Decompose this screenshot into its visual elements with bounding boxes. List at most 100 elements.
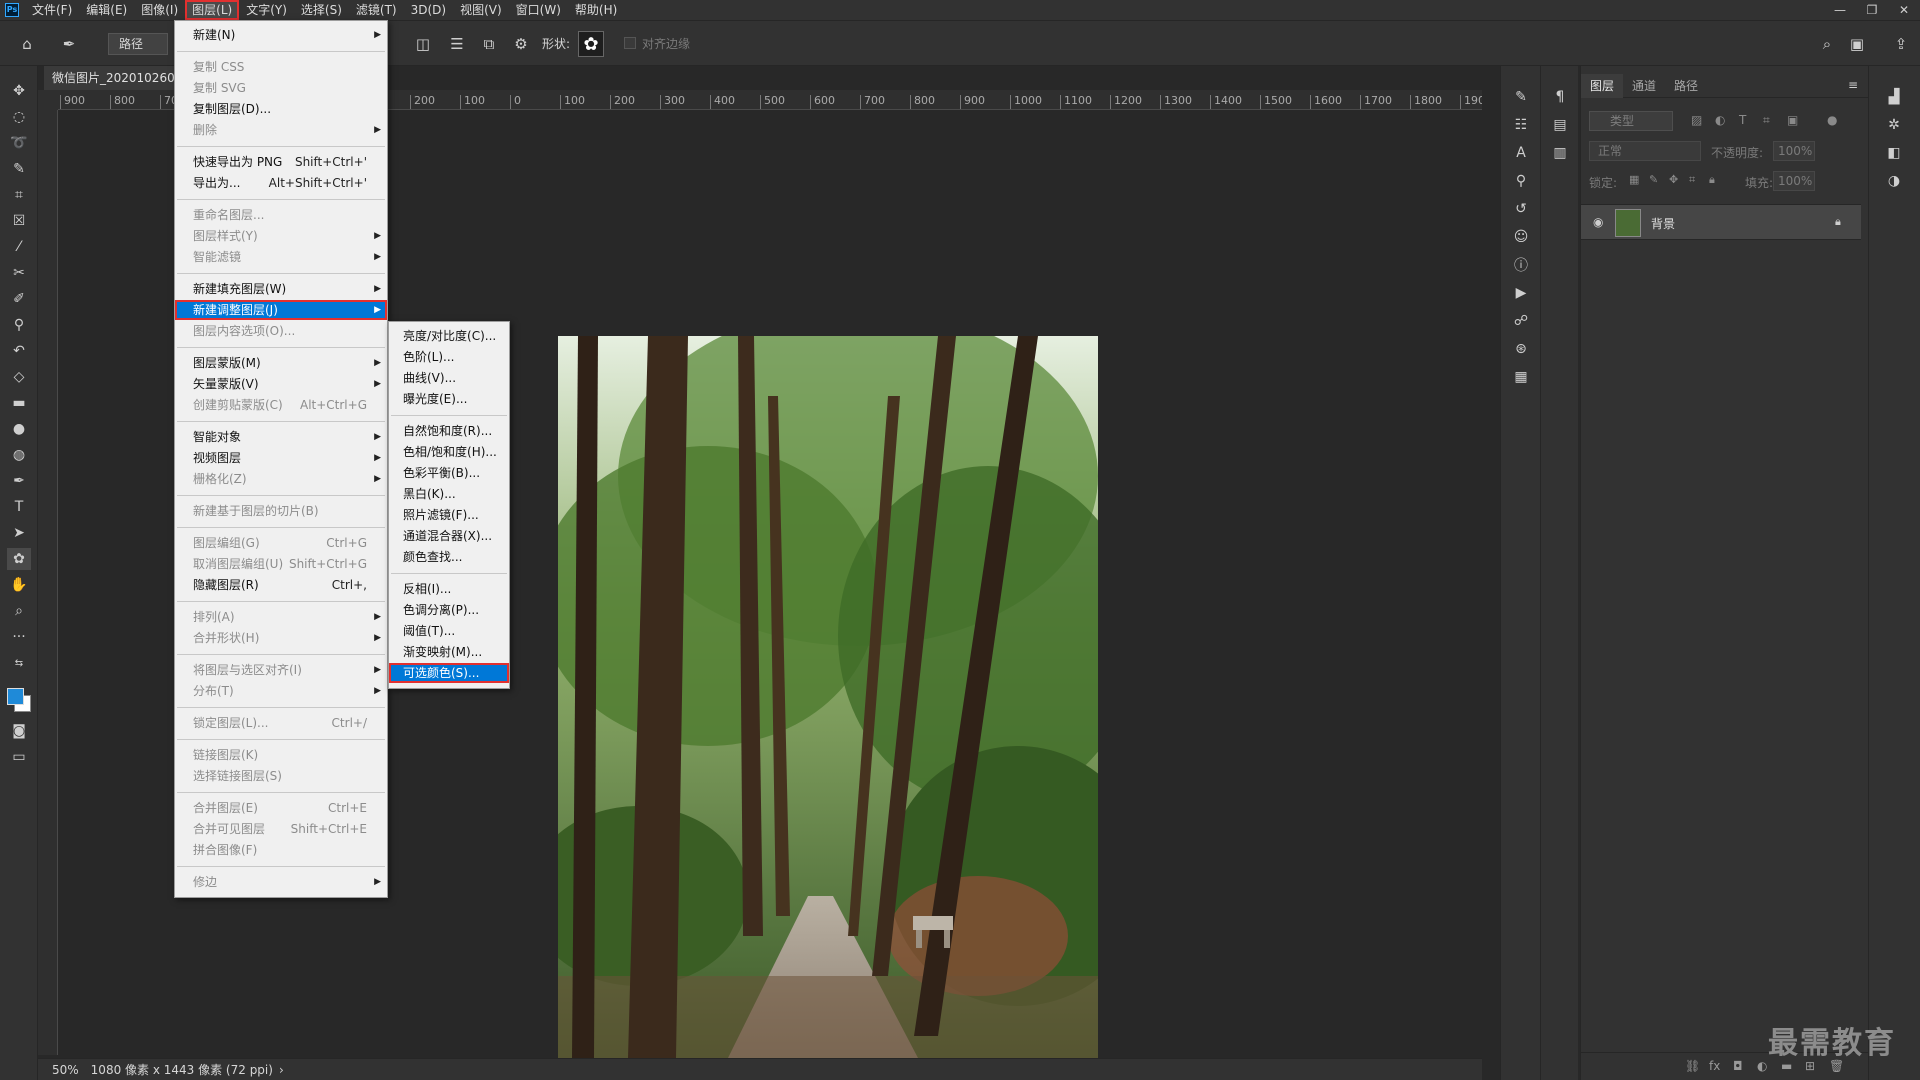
actions-play-icon[interactable]: ▶ xyxy=(1510,282,1532,304)
share-icon[interactable]: ⇪ xyxy=(1890,33,1912,55)
adjustment-menu-item[interactable]: 通道混合器(X)... xyxy=(389,526,509,546)
menu-3[interactable]: 图层(L) xyxy=(185,0,240,20)
type-filter-icon[interactable]: T xyxy=(1739,113,1746,127)
layer-menu-item[interactable]: 智能滤镜 ▶ xyxy=(175,247,387,267)
lock-icon[interactable]: 🔒︎ xyxy=(1835,215,1841,229)
layer-menu-item[interactable]: 新建基于图层的切片(B) xyxy=(175,501,387,521)
new-adjustment-layer-icon[interactable]: ◐ xyxy=(1757,1059,1767,1073)
layer-menu-item[interactable]: 复制 CSS xyxy=(175,57,387,77)
layer-menu-item[interactable]: 删除 ▶ xyxy=(175,120,387,140)
adjustment-menu-item[interactable]: 曲线(V)... xyxy=(389,368,509,388)
hand-tool-icon[interactable]: ✋ xyxy=(7,574,31,596)
blur-tool-icon[interactable]: ● xyxy=(7,418,31,440)
chevron-right-icon[interactable]: › xyxy=(279,1063,284,1077)
more-tools-icon[interactable]: ··· xyxy=(7,626,31,648)
eye-icon[interactable]: ◉ xyxy=(1593,215,1603,229)
adjustment-menu-item[interactable]: 照片滤镜(F)... xyxy=(389,505,509,525)
navigator-icon[interactable]: ✲ xyxy=(1883,114,1905,136)
menu-6[interactable]: 滤镜(T) xyxy=(349,0,404,20)
fill-field[interactable]: 100% xyxy=(1773,171,1815,191)
eyedropper-tool-icon[interactable]: ⁄ xyxy=(7,236,31,258)
histogram-icon[interactable]: ▟ xyxy=(1883,86,1905,108)
brush-tool-icon[interactable]: ✐ xyxy=(7,288,31,310)
menu-0[interactable]: 文件(F) xyxy=(25,0,79,20)
workspace-icon[interactable]: ▣ xyxy=(1846,33,1868,55)
layer-style-icon[interactable]: fx xyxy=(1709,1059,1720,1073)
foreground-color-swatch[interactable] xyxy=(7,688,24,705)
pen-tool-icon[interactable]: ✒ xyxy=(7,470,31,492)
document-tab[interactable]: 微信图片_20201026093 xyxy=(44,66,176,90)
layer-menu-item[interactable]: 排列(A) ▶ xyxy=(175,607,387,627)
paragraph-icon[interactable]: ¶ xyxy=(1549,86,1571,108)
close-button[interactable]: ✕ xyxy=(1888,0,1920,20)
properties-icon[interactable]: ☍ xyxy=(1510,310,1532,332)
clone-stamp-tool-icon[interactable]: ⚲ xyxy=(7,314,31,336)
layer-menu-item[interactable]: 图层样式(Y) ▶ xyxy=(175,226,387,246)
layer-menu-item[interactable]: 选择链接图层(S) xyxy=(175,766,387,786)
healing-brush-tool-icon[interactable]: ✂ xyxy=(7,262,31,284)
path-alignment-icon[interactable]: ☰ xyxy=(446,33,468,55)
layer-menu-item[interactable]: 新建(N) ▶ xyxy=(175,25,387,45)
adjustments-sliders-icon[interactable]: ☷ xyxy=(1510,114,1532,136)
marquee-tool-icon[interactable]: ◌ xyxy=(7,106,31,128)
lock-transparent-icon[interactable]: ▦ xyxy=(1629,173,1639,186)
align-edges-checkbox[interactable] xyxy=(624,37,636,49)
layer-menu-item[interactable]: 新建填充图层(W) ▶ xyxy=(175,279,387,299)
vertical-ruler[interactable] xyxy=(38,110,58,1055)
quick-mask-icon[interactable]: ◙ xyxy=(7,720,31,742)
history-icon[interactable]: ↺ xyxy=(1510,198,1532,220)
panel-tab-0[interactable]: 图层 xyxy=(1581,74,1624,98)
adjustment-menu-item[interactable]: 色相/饱和度(H)... xyxy=(389,442,509,462)
adjustment-menu-item[interactable]: 色调分离(P)... xyxy=(389,600,509,620)
notes-icon[interactable]: ▥ xyxy=(1549,142,1571,164)
zoom-tool-icon[interactable]: ⌕ xyxy=(7,600,31,622)
layer-menu-item[interactable]: 新建调整图层(J) ▶ xyxy=(175,300,387,320)
menu-1[interactable]: 编辑(E) xyxy=(79,0,134,20)
shape-picker[interactable]: ✿ xyxy=(578,31,604,57)
character-icon[interactable]: A xyxy=(1510,142,1532,164)
brush-settings-icon[interactable]: ✎ xyxy=(1510,86,1532,108)
screen-mode-icon[interactable]: ▭ xyxy=(7,746,31,768)
adjustment-filter-icon[interactable]: ◐ xyxy=(1715,113,1725,127)
menu-5[interactable]: 选择(S) xyxy=(294,0,349,20)
menu-2[interactable]: 图像(I) xyxy=(134,0,185,20)
panel-tab-2[interactable]: 路径 xyxy=(1665,74,1707,98)
lock-all-icon[interactable]: 🔒︎ xyxy=(1709,173,1715,187)
layer-menu-item[interactable]: 视频图层 ▶ xyxy=(175,448,387,468)
zoom-level[interactable]: 50% xyxy=(38,1063,91,1077)
layer-menu-item[interactable]: 拼合图像(F) xyxy=(175,840,387,860)
layer-menu-item[interactable]: 修边 ▶ xyxy=(175,872,387,892)
layer-menu-item[interactable]: 锁定图层(L)... Ctrl+/ xyxy=(175,713,387,733)
info-icon[interactable]: ⓘ xyxy=(1510,254,1532,276)
layer-menu-item[interactable]: 将图层与选区对齐(I) ▶ xyxy=(175,660,387,680)
opacity-field[interactable]: 100% xyxy=(1773,141,1815,161)
layer-menu-item[interactable]: 图层内容选项(O)... xyxy=(175,321,387,341)
3d-icon[interactable]: ⊛ xyxy=(1510,338,1532,360)
layer-menu-item[interactable]: 智能对象 ▶ xyxy=(175,427,387,447)
panel-menu-icon[interactable]: ≡ xyxy=(1848,78,1858,92)
adjustment-menu-item[interactable]: 渐变映射(M)... xyxy=(389,642,509,662)
layer-menu-item[interactable]: 合并图层(E) Ctrl+E xyxy=(175,798,387,818)
pen-tool-preset-icon[interactable]: ✒ xyxy=(58,33,80,55)
adjustment-menu-item[interactable]: 反相(I)... xyxy=(389,579,509,599)
layer-menu-item[interactable]: 合并形状(H) ▶ xyxy=(175,628,387,648)
menu-7[interactable]: 3D(D) xyxy=(404,0,453,20)
type-tool-icon[interactable]: T xyxy=(7,496,31,518)
search-icon[interactable]: ⌕ xyxy=(1816,33,1838,55)
history-brush-tool-icon[interactable]: ↶ xyxy=(7,340,31,362)
custom-shape-tool-icon[interactable]: ✿ xyxy=(7,548,31,570)
eraser-tool-icon[interactable]: ◇ xyxy=(7,366,31,388)
pixel-filter-icon[interactable]: ▨ xyxy=(1691,113,1702,127)
quick-selection-tool-icon[interactable]: ✎ xyxy=(7,158,31,180)
lock-artboard-icon[interactable]: ⌗ xyxy=(1689,173,1695,187)
gradient-tool-icon[interactable]: ▬ xyxy=(7,392,31,414)
move-tool-icon[interactable]: ✥ xyxy=(7,80,31,102)
ruler-origin[interactable] xyxy=(38,90,58,110)
layer-menu-item[interactable]: 取消图层编组(U) Shift+Ctrl+G xyxy=(175,554,387,574)
path-selection-tool-icon[interactable]: ➤ xyxy=(7,522,31,544)
crop-tool-icon[interactable]: ⌗ xyxy=(7,184,31,206)
shape-filter-icon[interactable]: ⌗ xyxy=(1763,113,1770,128)
home-icon[interactable]: ⌂ xyxy=(16,33,38,55)
layer-menu-item[interactable]: 复制图层(D)... xyxy=(175,99,387,119)
adjustment-menu-item[interactable]: 颜色查找... xyxy=(389,547,509,567)
